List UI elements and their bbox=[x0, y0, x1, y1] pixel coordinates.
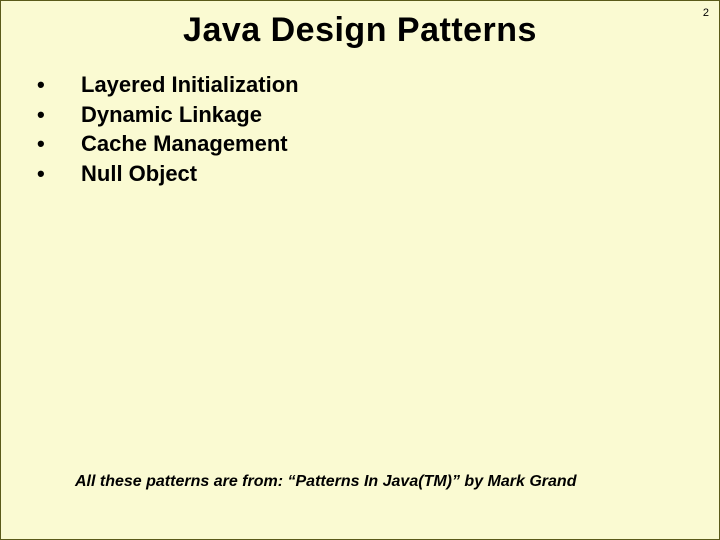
bullet-icon: • bbox=[37, 100, 81, 130]
slide-title: Java Design Patterns bbox=[1, 1, 719, 64]
list-item: • Dynamic Linkage bbox=[37, 100, 719, 130]
bullet-text: Cache Management bbox=[81, 129, 288, 159]
bullet-icon: • bbox=[37, 129, 81, 159]
bullet-list: • Layered Initialization • Dynamic Linka… bbox=[1, 64, 719, 189]
bullet-text: Layered Initialization bbox=[81, 70, 299, 100]
list-item: • Cache Management bbox=[37, 129, 719, 159]
page-number: 2 bbox=[703, 7, 709, 19]
list-item: • Layered Initialization bbox=[37, 70, 719, 100]
bullet-text: Null Object bbox=[81, 159, 197, 189]
slide: 2 Java Design Patterns • Layered Initial… bbox=[0, 0, 720, 540]
list-item: • Null Object bbox=[37, 159, 719, 189]
bullet-icon: • bbox=[37, 159, 81, 189]
bullet-icon: • bbox=[37, 70, 81, 100]
bullet-text: Dynamic Linkage bbox=[81, 100, 262, 130]
attribution-text: All these patterns are from: “Patterns I… bbox=[75, 473, 576, 491]
